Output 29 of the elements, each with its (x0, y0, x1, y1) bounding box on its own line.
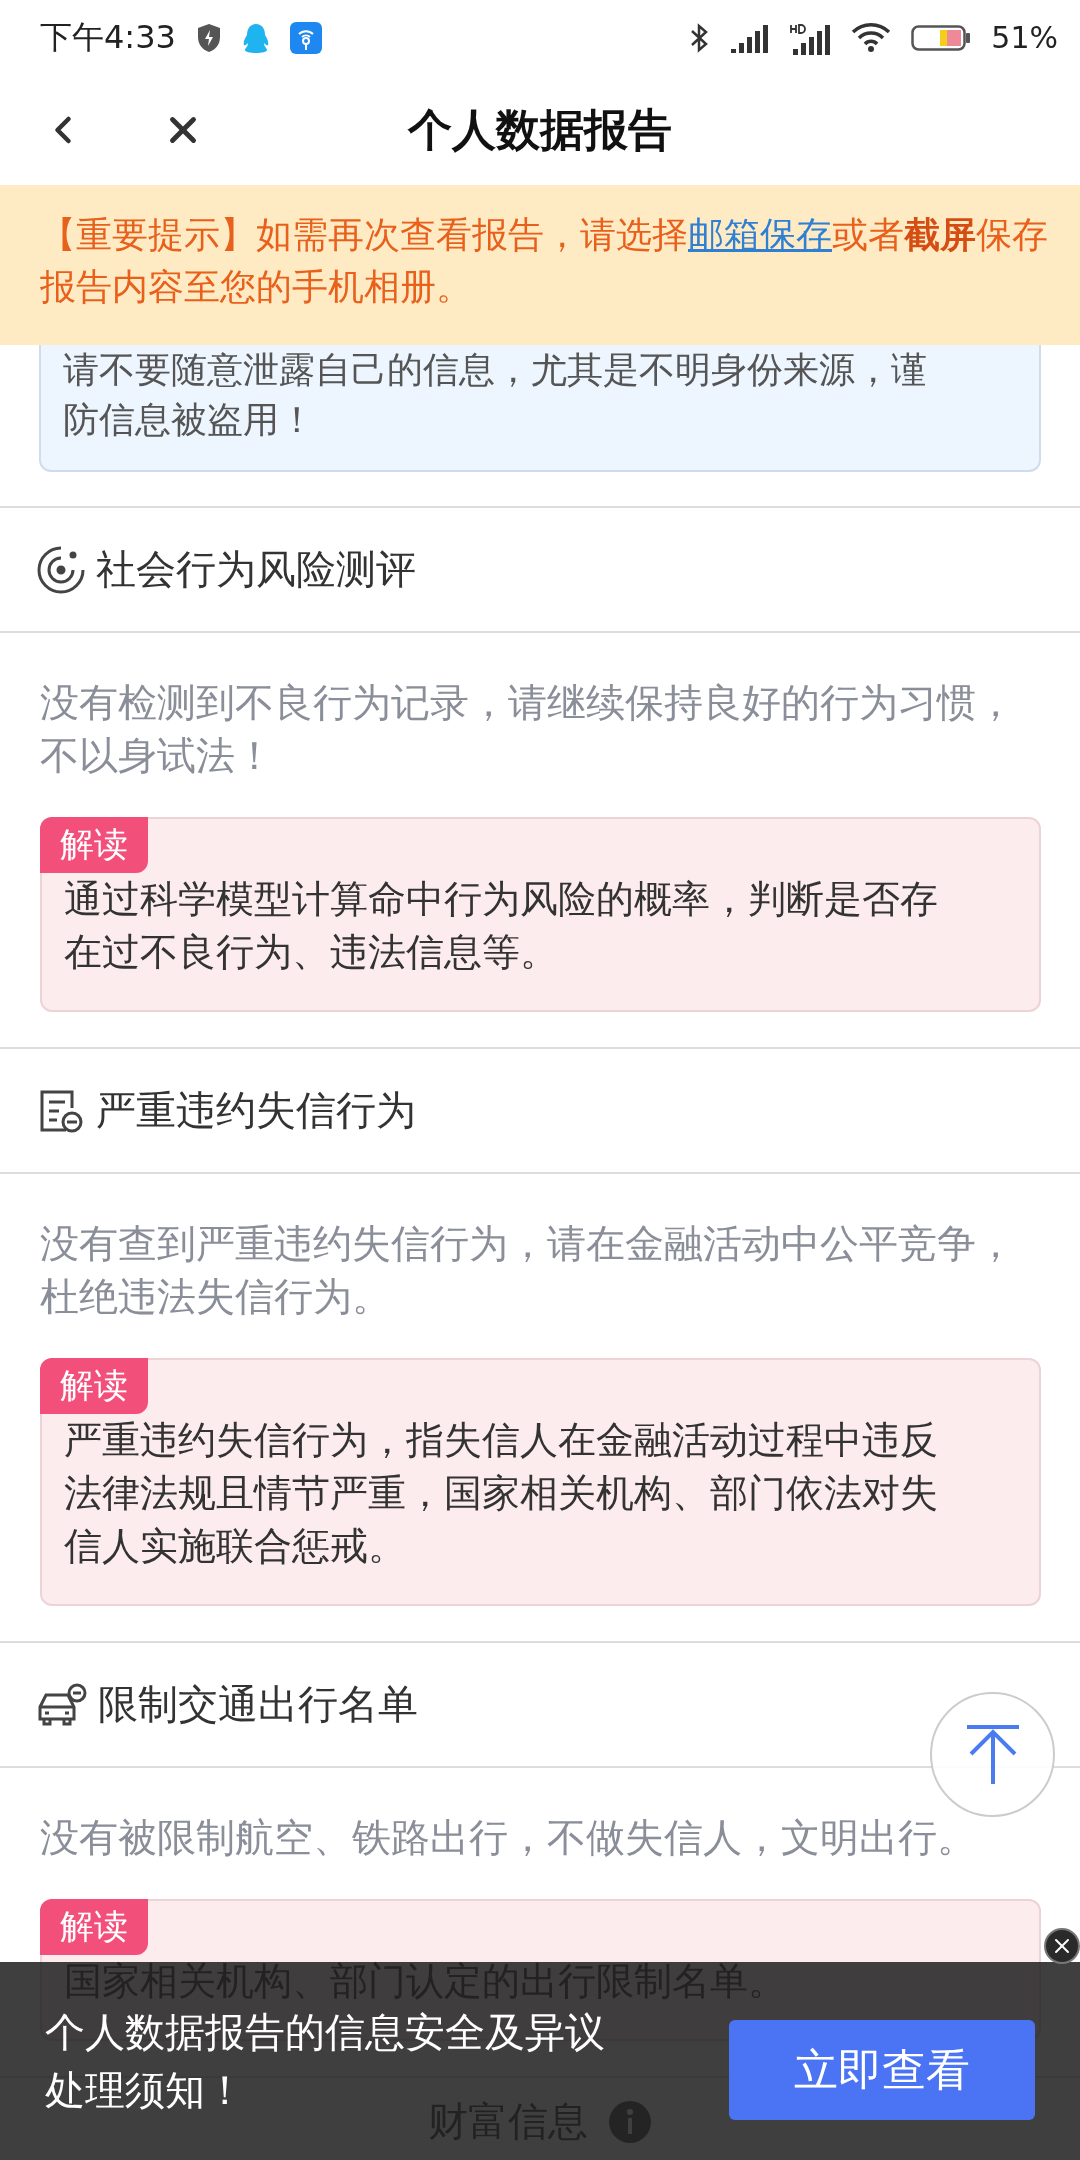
section-title: 严重违约失信行为 (96, 1086, 416, 1135)
battery-icon (911, 22, 972, 53)
status-time: 下午4:33 (40, 16, 176, 58)
signal-icon (729, 22, 770, 53)
interpretation-tag: 解读 (40, 817, 148, 873)
mailbox-save-link[interactable]: 邮箱保存 (688, 214, 832, 255)
interpretation-text: 严重违约失信行为，指失信人在金融活动过程中违反法律法规且情节严重，国家相关机构、部门依法对失信人实施联合惩戒。 (64, 1417, 939, 1570)
section-title: 社会行为风险测评 (96, 545, 416, 594)
result-text: 没有被限制航空、铁路出行，不做失信人，文明出行。 (40, 1814, 976, 1862)
wifi-key-app-icon (289, 21, 322, 54)
page-title: 个人数据报告 (408, 102, 672, 157)
warning-text: 请不要随意泄露自己的信息，尤其是不明身份来源，谨防信息被盗用！ (63, 348, 928, 442)
battery-percent: 51% (991, 20, 1058, 55)
result-text: 没有检测到不良行为记录，请继续保持良好的行为习惯，不以身试法！ (40, 679, 1016, 780)
interpretation-text: 通过科学模型计算命中行为风险的概率，判断是否存在过不良行为、违法信息等。 (64, 876, 939, 976)
popup-close-button[interactable] (1044, 1928, 1080, 1964)
wifi-icon (851, 21, 892, 54)
car-minus-icon (36, 1682, 88, 1727)
notice-text: 【重要提示】如需再次查看报告，请选择邮箱保存或者截屏保存报告内容至您的手机相册。 (40, 213, 1049, 309)
interpretation-tag: 解读 (40, 1899, 148, 1955)
result-text: 没有查到严重违约失信行为，请在金融活动中公平竞争，杜绝违法失信行为。 (40, 1220, 1016, 1321)
app-notification-icon (241, 21, 270, 54)
view-now-button[interactable]: 立即查看 (729, 2020, 1035, 2120)
shield-icon (195, 22, 222, 53)
section-title: 限制交通出行名单 (98, 1680, 418, 1729)
bluetooth-icon (689, 21, 710, 54)
interpretation-tag: 解读 (40, 1358, 148, 1414)
radar-icon (36, 544, 86, 595)
popup-text: 个人数据报告的信息安全及异议处理须知！ (45, 2008, 606, 2113)
